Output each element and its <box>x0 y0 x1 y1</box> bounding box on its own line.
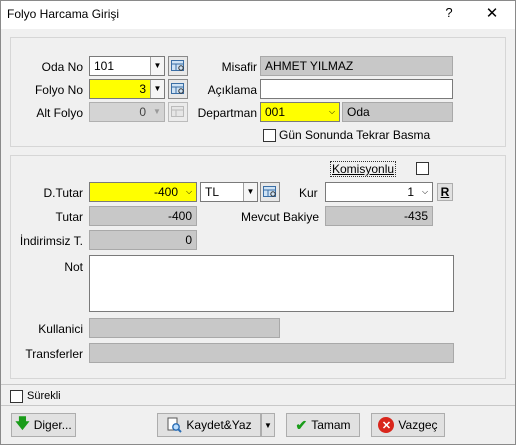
check-icon: ✔ <box>295 416 308 433</box>
oda-no-field[interactable]: 101 ▼ <box>89 56 165 76</box>
d-tutar-field[interactable]: -400 ⌵ <box>89 182 197 202</box>
vazgec-button[interactable]: ✕ Vazgeç <box>371 413 445 437</box>
lookup-grid-icon <box>171 83 184 94</box>
currency-select[interactable]: TL ▼ <box>200 182 258 202</box>
alt-folyo-value: 0 <box>139 105 146 119</box>
lookup-grid-icon <box>171 106 184 117</box>
chevron-down-icon[interactable]: ⌵ <box>325 103 339 121</box>
alt-folyo-label: Alt Folyo <box>36 106 83 120</box>
caret-down-icon: ▼ <box>264 420 272 430</box>
kaydet-yaz-button[interactable]: Kaydet&Yaz <box>157 413 261 437</box>
tutar-field: -400 <box>89 206 197 226</box>
aciklama-field[interactable] <box>260 79 453 99</box>
misafir-label: Misafir <box>221 60 257 74</box>
folyo-no-field[interactable]: 3 ▼ <box>89 79 165 99</box>
not-textarea[interactable] <box>89 255 454 312</box>
departman-label: Departman <box>197 106 257 120</box>
kur-label: Kur <box>299 186 318 200</box>
chevron-down-icon[interactable]: ▼ <box>243 183 257 201</box>
departman-name-field: Oda <box>342 102 453 122</box>
kaydet-yaz-dropdown[interactable]: ▼ <box>261 413 275 437</box>
misafir-field: AHMET YILMAZ <box>260 56 453 76</box>
title-bar: Folyo Harcama Girişi ? ✕ <box>1 1 515 29</box>
currency-value: TL <box>205 185 220 199</box>
not-label: Not <box>64 260 83 274</box>
departman-code-field[interactable]: 001 ⌵ <box>260 102 340 122</box>
transferler-field <box>89 343 454 363</box>
mevcut-bakiye-label: Mevcut Bakiye <box>240 210 319 224</box>
folyo-no-value: 3 <box>139 82 146 96</box>
indirimsiz-field: 0 <box>89 230 197 250</box>
transferler-label: Transferler <box>25 347 83 361</box>
folyo-harcama-dialog: Folyo Harcama Girişi ? ✕ Oda No 101 ▼ Fo… <box>0 0 516 445</box>
chevron-down-icon[interactable]: ▼ <box>150 80 164 98</box>
alt-folyo-field: 0 ▼ <box>89 102 165 122</box>
komisyonlu-label[interactable]: Komisyonlu <box>330 161 397 177</box>
kur-refresh-button[interactable]: R <box>437 183 453 201</box>
chevron-down-icon[interactable]: ⌵ <box>418 183 432 201</box>
surekli-checkbox[interactable] <box>10 390 23 403</box>
surekli-label: Sürekli <box>27 390 61 402</box>
komisyonlu-checkbox[interactable] <box>416 162 429 175</box>
oda-no-label: Oda No <box>41 60 83 74</box>
oda-no-lookup-button[interactable] <box>168 56 188 76</box>
tamam-button[interactable]: ✔ Tamam <box>286 413 360 437</box>
kullanici-field <box>89 318 280 338</box>
mevcut-bakiye-field: -435 <box>325 206 433 226</box>
tutar-label: Tutar <box>55 210 83 224</box>
cancel-icon: ✕ <box>378 417 395 433</box>
folyo-no-lookup-button[interactable] <box>168 79 188 99</box>
chevron-down-icon[interactable]: ▼ <box>150 57 164 75</box>
d-tutar-value: -400 <box>153 185 178 199</box>
chevron-down-icon: ▼ <box>153 107 161 116</box>
currency-lookup-button[interactable] <box>260 182 280 202</box>
alt-folyo-lookup-button <box>168 102 188 122</box>
help-button[interactable]: ? <box>441 5 457 20</box>
kullanici-label: Kullanici <box>38 322 83 336</box>
gun-sonu-label: Gün Sonunda Tekrar Basma <box>279 128 431 142</box>
kur-field[interactable]: 1 ⌵ <box>325 182 433 202</box>
indirimsiz-label: İndirimsiz T. <box>19 234 83 248</box>
arrow-down-icon: 🡇 <box>15 415 30 431</box>
close-button[interactable]: ✕ <box>482 4 502 22</box>
aciklama-label: Açıklama <box>207 83 257 97</box>
lookup-grid-icon <box>263 186 276 197</box>
oda-no-value: 101 <box>94 59 115 73</box>
divider <box>1 405 515 406</box>
divider <box>1 384 515 385</box>
kur-value: 1 <box>407 185 414 199</box>
lookup-grid-icon <box>171 60 184 71</box>
chevron-down-icon[interactable]: ⌵ <box>182 183 196 201</box>
folyo-no-label: Folyo No <box>34 83 83 97</box>
window-title: Folyo Harcama Girişi <box>7 7 120 21</box>
d-tutar-label: D.Tutar <box>43 186 83 200</box>
print-preview-icon <box>167 417 183 433</box>
gun-sonu-checkbox[interactable] <box>263 129 276 142</box>
diger-button[interactable]: 🡇 Diger... <box>11 413 76 437</box>
departman-code-value: 001 <box>265 105 286 119</box>
